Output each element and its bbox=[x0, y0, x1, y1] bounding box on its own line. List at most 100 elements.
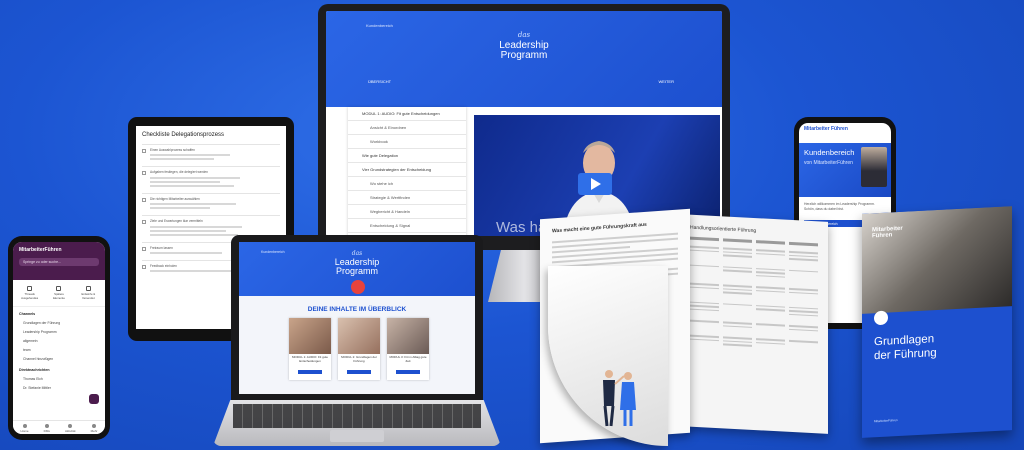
module-card-image bbox=[338, 318, 380, 354]
later-button[interactable]: Spätere Elemente bbox=[48, 286, 70, 300]
checklist-row[interactable]: Aufgaben festlegen, die delegiert werden bbox=[142, 166, 280, 192]
module-card-button[interactable] bbox=[347, 370, 371, 374]
table-row bbox=[690, 245, 818, 263]
module-card-button[interactable] bbox=[396, 370, 420, 374]
sidebar-item[interactable]: Wegbericht & Handeln bbox=[348, 205, 466, 219]
checkbox[interactable] bbox=[142, 220, 146, 225]
table-row bbox=[690, 319, 818, 334]
sidebar-item[interactable]: Workbook bbox=[348, 135, 466, 149]
tab-label: Home bbox=[20, 429, 29, 433]
search-input[interactable]: Springe zu oder suche... bbox=[19, 258, 99, 266]
laptop-device: Kundenbereich das Leadership Programm DE… bbox=[231, 235, 483, 400]
compose-button[interactable] bbox=[89, 394, 99, 404]
checkbox[interactable] bbox=[142, 246, 146, 251]
channel-item[interactable]: Leadership Programm bbox=[13, 327, 105, 336]
checkbox[interactable] bbox=[142, 171, 146, 176]
monitor-top-label: Kundenbereich bbox=[366, 23, 393, 28]
section-title: DEINE INHALTE IM ÜBERBLICK bbox=[307, 306, 407, 313]
laptop-logo-script: das bbox=[351, 250, 363, 257]
dm-heading[interactable]: Direktnachrichten bbox=[13, 363, 105, 374]
table-row bbox=[690, 301, 818, 318]
tab-bar: Home DMs Aktivität Mehr bbox=[13, 420, 105, 434]
send-icon bbox=[85, 286, 91, 291]
checkbox[interactable] bbox=[142, 265, 146, 270]
checklist-row-label: Feedback einholen bbox=[150, 264, 177, 269]
laptop-header: Kundenbereich das Leadership Programm bbox=[239, 242, 475, 296]
channel-item[interactable]: allgemein bbox=[13, 336, 105, 345]
monitor-logo-line2: Programm bbox=[500, 50, 548, 61]
cover-badge-icon bbox=[874, 310, 888, 326]
bookmark-icon bbox=[56, 286, 62, 291]
sidebar-item[interactable]: Ansicht & Einordnen bbox=[348, 121, 466, 135]
checklist-row[interactable]: Die richtigen Mitarbeiter auswählen bbox=[142, 192, 280, 215]
table-row bbox=[690, 264, 818, 281]
cover-brand: Mitarbeiter Führen bbox=[872, 226, 903, 240]
checklist-title: Checkliste Delegationsprozess bbox=[142, 132, 225, 138]
tab-more[interactable]: Mehr bbox=[90, 424, 98, 434]
table-row bbox=[690, 282, 818, 300]
module-card-button[interactable] bbox=[298, 370, 322, 374]
checklist-row[interactable]: Einen Auswahlprozess schaffen bbox=[142, 144, 280, 166]
sidebar-item[interactable]: Vier Grundstrategien der Entscheidung bbox=[348, 163, 466, 177]
sidebar-item[interactable]: MODUL 1: AUDIO: Fit gute Entscheidungen bbox=[348, 107, 466, 121]
dm-item[interactable]: Dr. Stefanie Mittler bbox=[13, 383, 105, 392]
sidebar-item[interactable]: Wie gute Delegation bbox=[348, 149, 466, 163]
dm-item[interactable]: Thomas Eich bbox=[13, 374, 105, 383]
tab-label: DMs bbox=[43, 429, 50, 433]
module-card-label: MODUL 2: Grundlagen der Führung bbox=[341, 355, 377, 363]
threads-icon bbox=[27, 286, 33, 291]
module-card-image bbox=[289, 318, 331, 354]
cover-title-line2: der Führung bbox=[874, 347, 937, 363]
phone-left-device: MitarbeiterFühren Springe zu oder suche.… bbox=[8, 236, 110, 440]
add-channel-item[interactable]: Channel hinzufügen bbox=[13, 354, 105, 363]
tab-label: Aktivität bbox=[64, 429, 76, 433]
checkbox[interactable] bbox=[142, 197, 146, 202]
nav-next-link[interactable]: WEITER bbox=[658, 79, 674, 84]
play-button[interactable] bbox=[578, 173, 612, 195]
document-table-title: Handlungsorientierte Führung bbox=[690, 224, 757, 235]
workspace-header: MitarbeiterFühren Springe zu oder suche.… bbox=[13, 242, 105, 280]
checkbox[interactable] bbox=[142, 149, 146, 153]
module-card[interactable]: MODUL 1: AUDIO: Fit gute Entscheidungen bbox=[289, 318, 331, 380]
phone-left-screen: MitarbeiterFühren Springe zu oder suche.… bbox=[13, 242, 105, 434]
laptop-screen: Kundenbereich das Leadership Programm DE… bbox=[239, 242, 475, 394]
tab-home[interactable]: Home bbox=[21, 424, 29, 434]
laptop-logo-line2: Programm bbox=[335, 266, 378, 276]
channels-heading[interactable]: Channels bbox=[13, 307, 105, 318]
monitor-header: Kundenbereich das Leadership Programm ÜB… bbox=[326, 11, 722, 107]
book-cover: Mitarbeiter Führen Grundlagen der Führun… bbox=[862, 206, 1012, 438]
cover-photo bbox=[862, 206, 1012, 314]
channel-item[interactable]: team bbox=[13, 345, 105, 354]
checklist-row-label: Einen Auswahlprozess schaffen bbox=[150, 148, 195, 152]
hero-portrait bbox=[861, 147, 887, 187]
checklist-row-label: Ziele und Erwartungen klar vermitteln bbox=[150, 219, 203, 224]
module-card-label: MODUL 3: Fit im Alltag gute Zeit bbox=[389, 355, 427, 363]
drafts-button[interactable]: Entwürfe & Versendet bbox=[77, 286, 99, 300]
module-card[interactable]: MODUL 3: Fit im Alltag gute Zeit bbox=[387, 318, 429, 380]
threads-label: Threads Ausgehendes bbox=[21, 292, 39, 300]
module-card-label: MODUL 1: AUDIO: Fit gute Entscheidungen bbox=[292, 355, 328, 363]
sidebar-item[interactable]: Wo stehe ich bbox=[348, 177, 466, 191]
sidebar-item[interactable]: Entscheidung & Signal bbox=[348, 219, 466, 233]
tab-label: Mehr bbox=[90, 429, 98, 433]
channel-item[interactable]: Grundlagen der Führung bbox=[13, 318, 105, 327]
more-icon bbox=[92, 424, 96, 428]
table-row bbox=[690, 334, 818, 352]
threads-button[interactable]: Threads Ausgehendes bbox=[19, 286, 41, 300]
module-cards: MODUL 1: AUDIO: Fit gute Entscheidungen … bbox=[289, 318, 429, 380]
nav-overview-link[interactable]: ÜBERSICHT bbox=[368, 79, 391, 84]
cover-title: Grundlagen der Führung bbox=[874, 332, 937, 363]
checklist-row-label: Aufgaben festlegen, die delegiert werden bbox=[150, 170, 208, 175]
later-label: Spätere Elemente bbox=[53, 292, 65, 300]
illustration-people-icon bbox=[603, 370, 636, 427]
seal-badge-icon bbox=[351, 280, 365, 294]
tab-dms[interactable]: DMs bbox=[44, 424, 50, 434]
monitor-screen: Kundenbereich das Leadership Programm ÜB… bbox=[326, 11, 722, 236]
tab-activity[interactable]: Aktivität bbox=[64, 424, 76, 434]
workspace-name[interactable]: MitarbeiterFühren bbox=[19, 247, 99, 253]
module-card[interactable]: MODUL 2: Grundlagen der Führung bbox=[338, 318, 380, 380]
drafts-label: Entwürfe & Versendet bbox=[81, 292, 96, 300]
chat-icon bbox=[44, 424, 49, 428]
brand-logo[interactable]: Mitarbeiter Führen bbox=[799, 123, 891, 143]
sidebar-item[interactable]: Strategie & Wertfinden bbox=[348, 191, 466, 205]
